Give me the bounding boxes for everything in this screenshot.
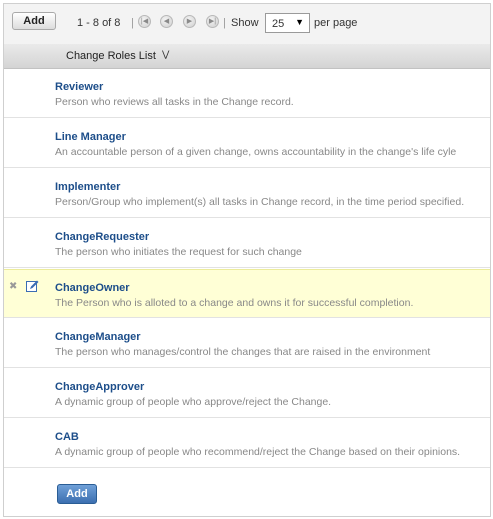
list-item-selected[interactable]: ✖ ChangeOwner The Person who is alloted … [4, 269, 490, 318]
role-title[interactable]: Reviewer [55, 81, 103, 93]
dropdown-arrow-icon: ▼ [295, 17, 304, 27]
role-description: The person who initiates the request for… [55, 246, 302, 258]
role-description: Person who reviews all tasks in the Chan… [55, 96, 294, 108]
list-item[interactable]: CAB A dynamic group of people who recomm… [4, 419, 490, 468]
list-header: Change Roles List ⋁ [4, 44, 490, 69]
role-description: An accountable person of a given change,… [55, 146, 457, 158]
role-description: Person/Group who implement(s) all tasks … [55, 196, 465, 208]
role-title[interactable]: Line Manager [55, 131, 126, 143]
prev-page-icon[interactable]: ◀ [160, 15, 173, 28]
role-title[interactable]: ChangeApprover [55, 381, 144, 393]
change-roles-panel: Add 1 - 8 of 8 | |◀ ◀ ▶ ▶| | Show 25 ▼ p… [3, 3, 491, 517]
role-description: The person who manages/control the chang… [55, 346, 431, 358]
role-title[interactable]: ChangeOwner [55, 282, 130, 294]
toolbar: Add 1 - 8 of 8 | |◀ ◀ ▶ ▶| | Show 25 ▼ p… [4, 4, 490, 45]
add-button-bottom[interactable]: Add [57, 484, 97, 504]
list-item[interactable]: Implementer Person/Group who implement(s… [4, 169, 490, 218]
list-item[interactable]: ChangeManager The person who manages/con… [4, 319, 490, 368]
role-title[interactable]: ChangeManager [55, 331, 141, 343]
first-page-icon[interactable]: |◀ [138, 15, 151, 28]
next-page-icon[interactable]: ▶ [183, 15, 196, 28]
list-item[interactable]: ChangeRequester The person who initiates… [4, 219, 490, 268]
role-description: The Person who is alloted to a change an… [55, 297, 414, 309]
role-title[interactable]: ChangeRequester [55, 231, 149, 243]
per-page-value: 25 [272, 18, 285, 30]
per-page-label: per page [314, 17, 358, 29]
delete-icon[interactable]: ✖ [9, 282, 18, 292]
pager-separator: | [223, 17, 226, 29]
edit-icon[interactable] [26, 280, 39, 292]
list-header-title: Change Roles List [66, 50, 156, 62]
pager-separator: | [131, 17, 134, 29]
role-description: A dynamic group of people who approve/re… [55, 396, 332, 408]
show-label: Show [231, 17, 259, 29]
list-item[interactable]: Line Manager An accountable person of a … [4, 119, 490, 168]
chevron-down-icon[interactable]: ⋁ [162, 49, 169, 60]
last-page-icon[interactable]: ▶| [206, 15, 219, 28]
role-title[interactable]: Implementer [55, 181, 120, 193]
add-button-top[interactable]: Add [12, 12, 56, 30]
list-item[interactable]: ChangeApprover A dynamic group of people… [4, 369, 490, 418]
list-item[interactable]: Reviewer Person who reviews all tasks in… [4, 69, 490, 118]
role-description: A dynamic group of people who recommend/… [55, 446, 461, 458]
per-page-select[interactable]: 25 ▼ [265, 13, 310, 33]
role-title[interactable]: CAB [55, 431, 79, 443]
pager-range-text: 1 - 8 of 8 [77, 17, 121, 29]
